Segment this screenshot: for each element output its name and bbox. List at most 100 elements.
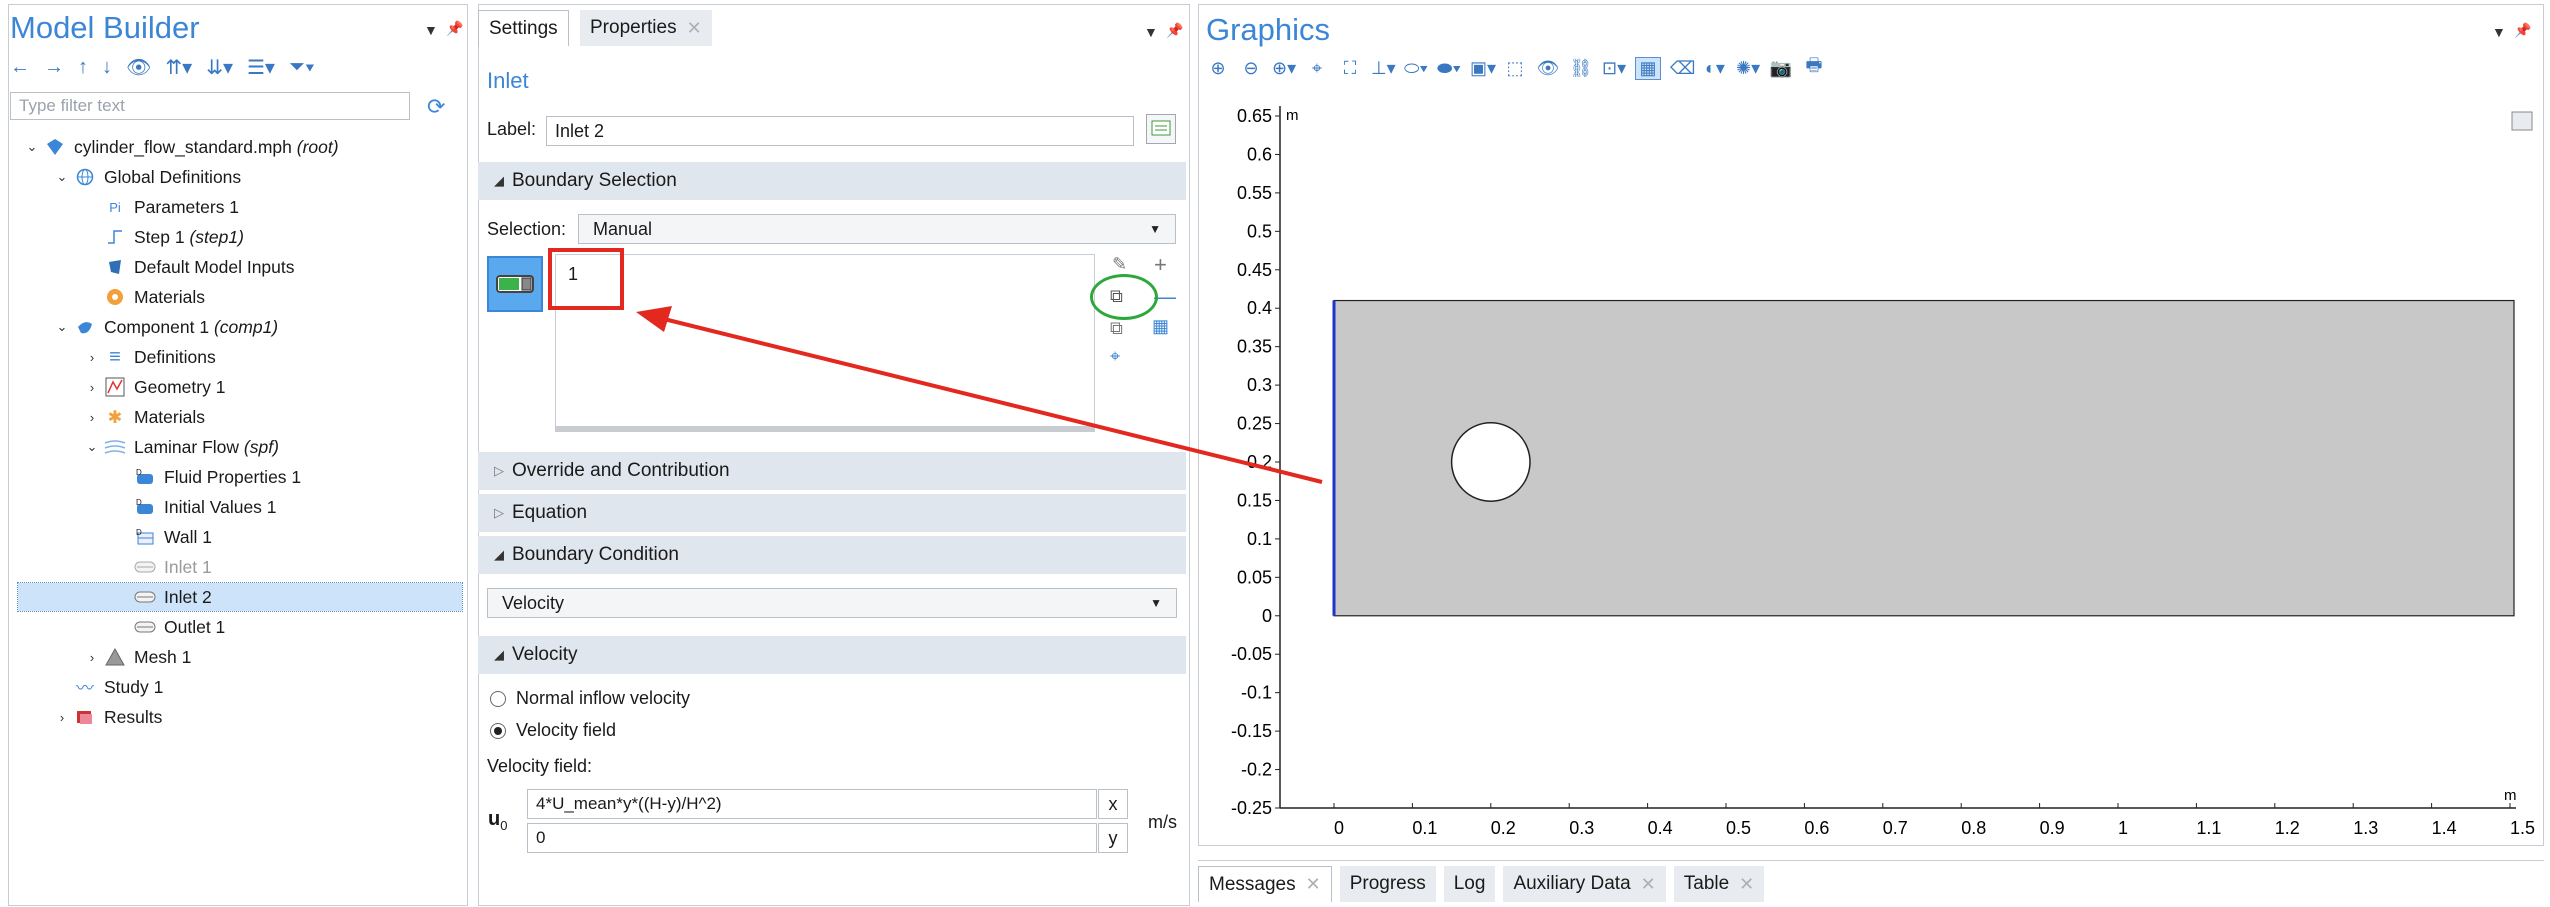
- select-objects-icon[interactable]: ⬬▾: [1437, 58, 1461, 79]
- pin-icon[interactable]: 📌: [2514, 22, 2531, 39]
- section-override[interactable]: ▷ Override and Contribution: [478, 452, 1186, 490]
- selection-list[interactable]: [555, 254, 1095, 432]
- zoom-out-icon[interactable]: ⊖: [1239, 58, 1263, 79]
- back-icon[interactable]: ←: [10, 56, 30, 79]
- add-icon[interactable]: +: [1154, 252, 1167, 278]
- show-icon[interactable]: 👁: [126, 55, 151, 80]
- chevron-down-icon[interactable]: ⌄: [82, 439, 102, 455]
- zoom-in-icon[interactable]: ⊕: [1206, 58, 1230, 79]
- tree-item-study[interactable]: 〰 Study 1: [72, 673, 163, 701]
- print-icon[interactable]: 🖶: [1802, 53, 1826, 83]
- clear-selection-icon[interactable]: ⧉: [1110, 318, 1123, 339]
- selection-dropdown[interactable]: Manual ▼: [578, 214, 1176, 244]
- collapse-icon[interactable]: ⇈▾: [165, 55, 192, 80]
- section-boundary-condition[interactable]: ◢ Boundary Condition: [478, 536, 1186, 574]
- move-down-icon[interactable]: ↓: [102, 56, 112, 79]
- paste-selection-icon[interactable]: ✎: [1112, 254, 1127, 275]
- chevron-right-icon[interactable]: ›: [82, 350, 102, 365]
- show-hide-icon[interactable]: ⛓: [1569, 58, 1593, 79]
- tab-progress[interactable]: Progress: [1339, 866, 1436, 902]
- tab-table[interactable]: Table ✕: [1673, 866, 1765, 902]
- view-icon[interactable]: ⊡▾: [1602, 58, 1626, 79]
- boundary-condition-dropdown[interactable]: Velocity ▼: [487, 588, 1177, 618]
- chevron-right-icon[interactable]: ›: [82, 410, 102, 425]
- tree-item-initial-values[interactable]: D Initial Values 1: [132, 493, 277, 521]
- tree-item-component[interactable]: ⌄ Component 1 (comp1): [52, 313, 279, 341]
- activate-selection-toggle[interactable]: [487, 256, 543, 312]
- tree-item-laminar-flow[interactable]: ⌄ Laminar Flow (spf): [82, 433, 279, 461]
- label-field[interactable]: Inlet 2: [546, 116, 1134, 146]
- tree-item-mesh[interactable]: › Mesh 1: [82, 643, 192, 671]
- forward-icon[interactable]: →: [44, 56, 64, 79]
- edit-label-button[interactable]: [1146, 114, 1176, 144]
- tree-item-root[interactable]: ⌄ cylinder_flow_standard.mph (root): [22, 133, 339, 161]
- tree-item-materials[interactable]: › ✱ Materials: [82, 403, 205, 431]
- tab-auxiliary-data[interactable]: Auxiliary Data ✕: [1503, 866, 1666, 902]
- radio-velocity-field[interactable]: Velocity field: [490, 720, 616, 741]
- select-boundaries-icon[interactable]: ⬭▾: [1404, 58, 1428, 79]
- axes-icon[interactable]: ⊥▾: [1371, 58, 1396, 79]
- tree-item-global-definitions[interactable]: ⌄ Global Definitions: [52, 163, 242, 191]
- panel-menu-icon[interactable]: ▼: [1144, 24, 1158, 40]
- tree-item-default-model-inputs[interactable]: Default Model Inputs: [102, 253, 295, 281]
- tree-item-wall[interactable]: D Wall 1: [132, 523, 212, 551]
- pin-icon[interactable]: 📌: [446, 20, 463, 37]
- zoom-extents-icon[interactable]: ⌖: [1305, 58, 1329, 79]
- clear-icon[interactable]: ⌫: [1670, 58, 1695, 79]
- chevron-down-icon[interactable]: ⌄: [52, 319, 72, 335]
- grid-icon[interactable]: ▦: [1635, 56, 1661, 80]
- build-selection-icon[interactable]: ▣▾: [1470, 58, 1496, 79]
- tree-item-fluid-properties[interactable]: D Fluid Properties 1: [132, 463, 301, 491]
- tree-item-outlet[interactable]: Outlet 1: [132, 613, 225, 641]
- tree-item-results[interactable]: › Results: [52, 703, 163, 731]
- tree-item-step[interactable]: Step 1 (step1): [102, 223, 244, 251]
- close-icon[interactable]: ✕: [1739, 874, 1754, 895]
- graphics-canvas[interactable]: 0.65 0.6 0.55 0.5 0.45 0.4 0.35 0.3 0.25 0.2 0.15 0…: [1206, 96, 2536, 856]
- hide-icon[interactable]: 👁: [1536, 58, 1560, 79]
- chevron-down-icon[interactable]: ⌄: [22, 139, 42, 155]
- section-boundary-selection[interactable]: ◢ Boundary Selection: [478, 162, 1186, 200]
- chevron-right-icon[interactable]: ›: [82, 650, 102, 665]
- chevron-down-icon[interactable]: ⌄: [52, 169, 72, 185]
- y-unit-label: m: [1286, 107, 1299, 124]
- scrollbar[interactable]: [555, 426, 1095, 432]
- close-icon[interactable]: ✕: [1641, 874, 1656, 895]
- panel-menu-icon[interactable]: ▼: [424, 22, 438, 38]
- chevron-right-icon[interactable]: ›: [82, 380, 102, 395]
- tree-item-materials-global[interactable]: Materials: [102, 283, 205, 311]
- zoom-box-icon[interactable]: ⊕▾: [1272, 58, 1296, 79]
- tree-item-geometry[interactable]: › Geometry 1: [82, 373, 225, 401]
- panel-menu-icon[interactable]: ▼: [2492, 24, 2506, 40]
- select-box-icon[interactable]: ⬚: [1503, 58, 1527, 79]
- tree-item-inlet-2[interactable]: Inlet 2: [17, 582, 463, 612]
- chevron-right-icon[interactable]: ›: [52, 710, 72, 725]
- move-up-icon[interactable]: ↑: [78, 56, 88, 79]
- close-icon[interactable]: ✕: [1306, 874, 1321, 895]
- model-icon: [42, 138, 68, 156]
- tab-log[interactable]: Log: [1443, 866, 1496, 902]
- tree-item-inlet-1[interactable]: Inlet 1: [132, 553, 212, 581]
- tree-filter-input[interactable]: [10, 92, 410, 120]
- crosshair-icon[interactable]: ⌖: [1110, 346, 1120, 367]
- tree-item-parameters[interactable]: Pi Parameters 1: [102, 193, 239, 221]
- scene-light-icon[interactable]: ✺▾: [1736, 58, 1760, 79]
- section-equation[interactable]: ▷ Equation: [478, 494, 1186, 532]
- zoom-selection-icon[interactable]: ▦: [1152, 316, 1169, 337]
- zoom-selection-icon[interactable]: ⛶: [1338, 58, 1362, 79]
- tab-messages[interactable]: Messages ✕: [1198, 866, 1332, 902]
- list-view-icon[interactable]: ☰▾: [247, 55, 275, 80]
- section-velocity[interactable]: ◢ Velocity: [478, 636, 1186, 674]
- tab-settings[interactable]: Settings: [478, 10, 569, 46]
- velocity-x-field[interactable]: 4*U_mean*y*((H-y)/H^2): [527, 789, 1097, 819]
- refresh-icon[interactable]: ⟳: [427, 94, 445, 120]
- tree-item-definitions[interactable]: › ≡ Definitions: [82, 343, 216, 371]
- radio-normal-inflow[interactable]: Normal inflow velocity: [490, 688, 690, 709]
- tab-properties[interactable]: Properties ✕: [580, 10, 712, 46]
- filter-icon[interactable]: ⏷▾: [289, 56, 315, 79]
- velocity-y-field[interactable]: 0: [527, 823, 1097, 853]
- close-icon[interactable]: ✕: [687, 18, 702, 39]
- expand-icon[interactable]: ⇊▾: [206, 55, 233, 80]
- render-icon[interactable]: ◐▾: [1703, 58, 1727, 79]
- pin-icon[interactable]: 📌: [1166, 22, 1183, 39]
- camera-icon[interactable]: 📷: [1769, 58, 1793, 79]
